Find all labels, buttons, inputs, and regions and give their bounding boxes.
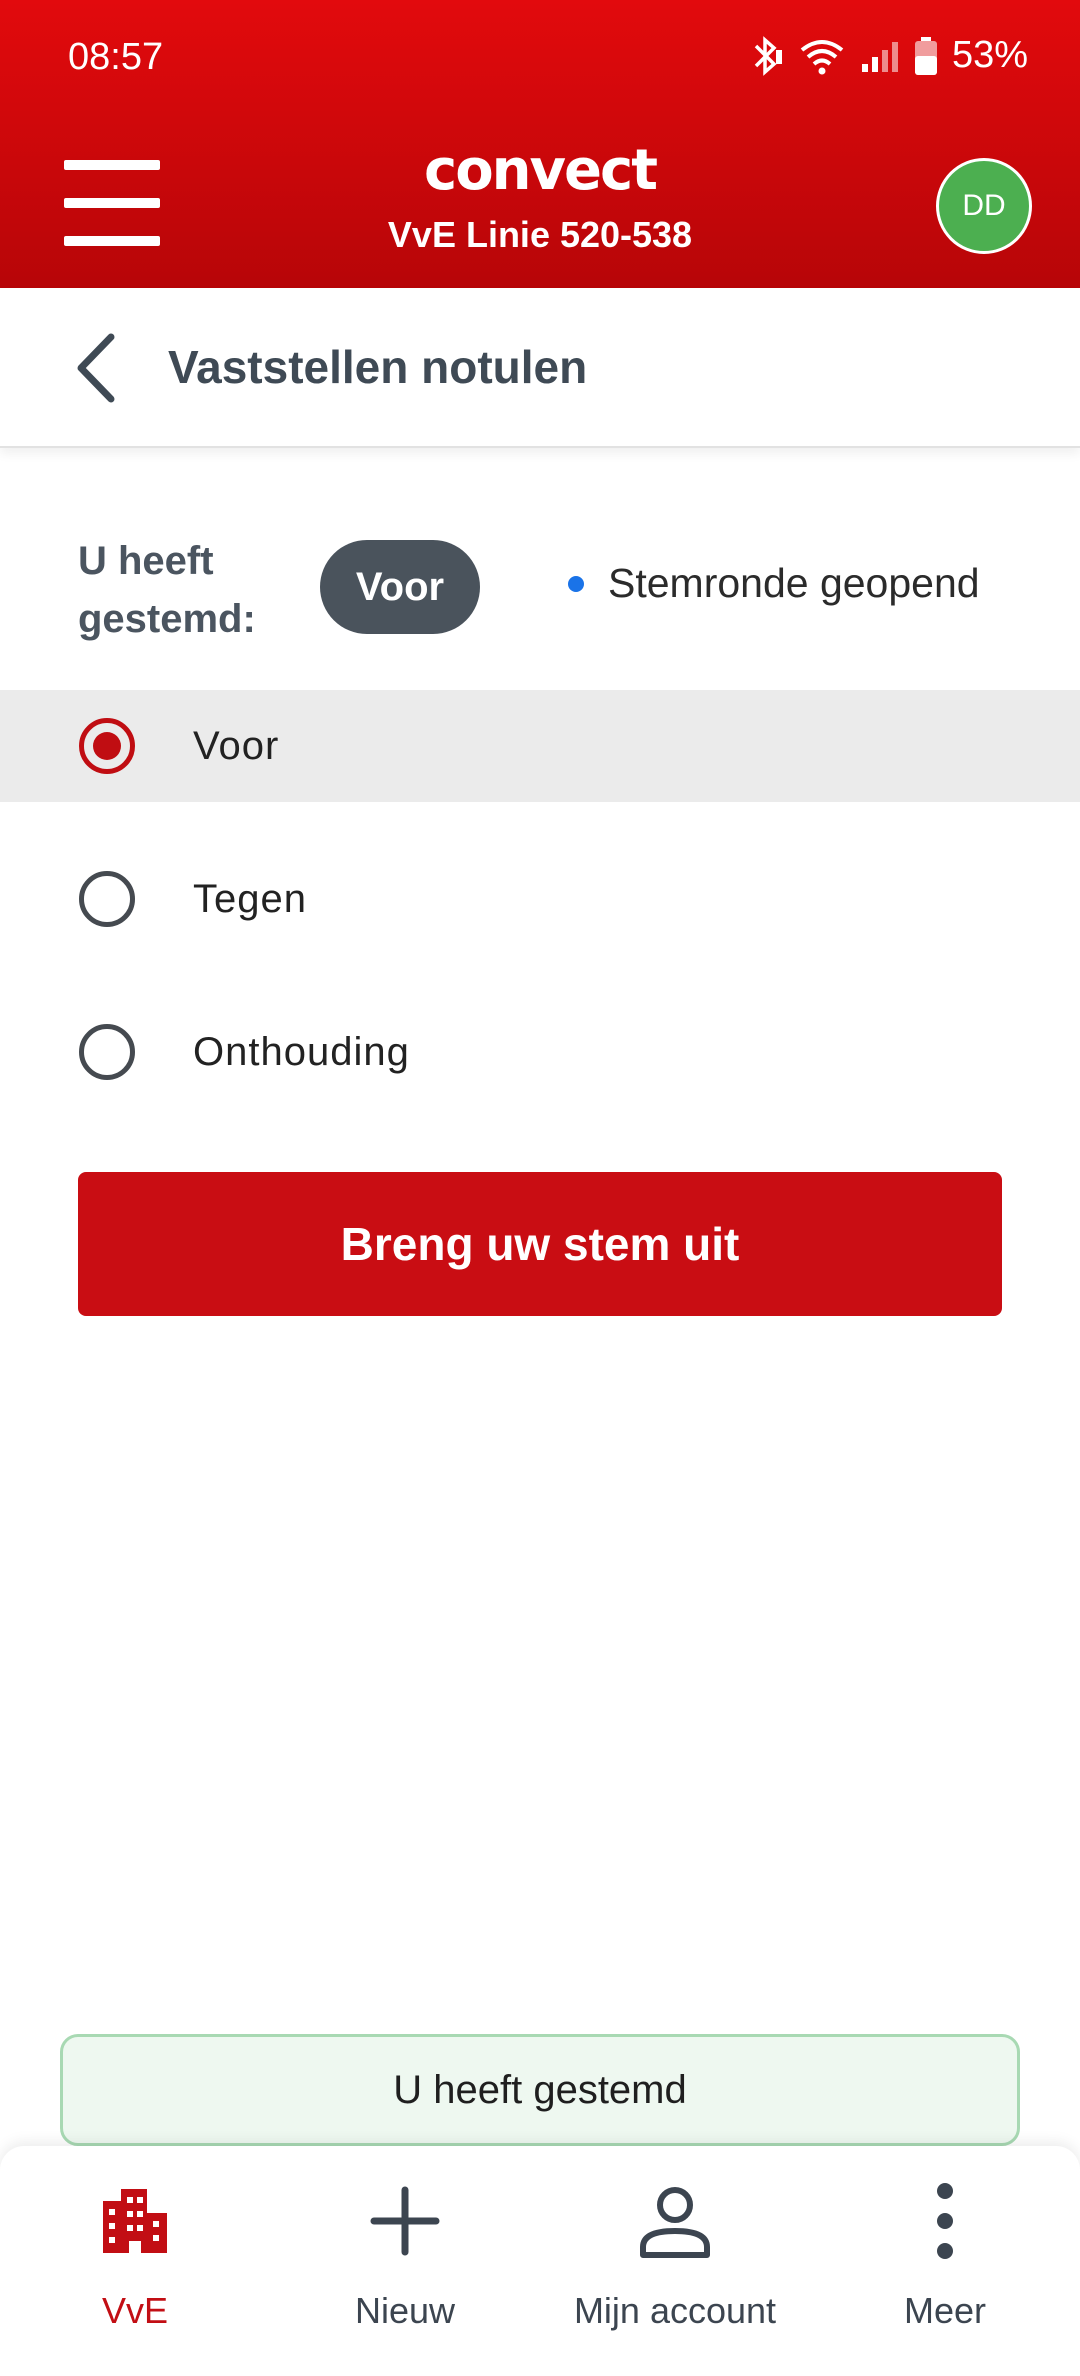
- nav-label: VvE: [101, 2290, 169, 2331]
- battery-icon: [914, 36, 938, 76]
- more-vert-icon: [905, 2178, 985, 2264]
- app-logo: convect: [424, 138, 658, 203]
- chevron-left-icon: [77, 333, 115, 403]
- radio-checked-icon[interactable]: [79, 718, 135, 774]
- option-voor[interactable]: Voor: [0, 690, 1080, 802]
- nav-label: Mijn account: [573, 2290, 777, 2331]
- status-icons: 53%: [748, 34, 1028, 77]
- radio-unchecked-icon[interactable]: [79, 1024, 135, 1080]
- round-status-text: Stemronde geopend: [608, 560, 980, 606]
- nav-item-vve[interactable]: VvE: [0, 2178, 270, 2358]
- avatar[interactable]: DD: [936, 158, 1032, 254]
- page-title-bar: Vaststellen notulen: [0, 288, 1080, 448]
- radio-unchecked-icon[interactable]: [79, 871, 135, 927]
- nav-label: Meer: [903, 2290, 987, 2331]
- app-header: 08:57 53% convect VvE Linie 520-538 DD: [0, 0, 1080, 288]
- option-onthouding[interactable]: Onthouding: [0, 996, 1080, 1108]
- bottom-nav: VvE Nieuw Mijn account Meer: [0, 2146, 1080, 2376]
- building-icon: [95, 2178, 175, 2264]
- nav-item-mijn-account[interactable]: Mijn account: [540, 2178, 810, 2358]
- vote-chip: Voor: [320, 540, 480, 634]
- status-dot-icon: [568, 575, 584, 592]
- back-button[interactable]: [60, 328, 130, 408]
- app-screen: 08:57 53% convect VvE Linie 520-538 DD V…: [0, 0, 1080, 2376]
- voted-label: U heeft gestemd:: [78, 539, 256, 641]
- page-title: Vaststellen notulen: [168, 341, 588, 393]
- association-name: VvE Linie 520-538: [387, 214, 693, 255]
- option-label: Tegen: [193, 876, 307, 921]
- nav-label: Nieuw: [354, 2290, 456, 2331]
- nav-item-nieuw[interactable]: Nieuw: [270, 2178, 540, 2358]
- person-icon: [635, 2178, 715, 2264]
- option-tegen[interactable]: Tegen: [0, 843, 1080, 955]
- wifi-icon: [798, 36, 846, 76]
- battery-level: 53%: [951, 34, 1028, 76]
- option-label: Onthouding: [193, 1029, 410, 1074]
- round-status: Stemronde geopend: [568, 560, 980, 607]
- plus-icon: [365, 2178, 445, 2264]
- submit-vote-button[interactable]: Breng uw stem uit: [78, 1172, 1002, 1316]
- toast-message: U heeft gestemd: [60, 2034, 1020, 2146]
- signal-icon: [860, 38, 900, 74]
- option-label: Voor: [193, 723, 280, 768]
- bluetooth-icon: [748, 35, 784, 76]
- status-time: 08:57: [68, 36, 164, 78]
- nav-item-meer[interactable]: Meer: [810, 2178, 1080, 2358]
